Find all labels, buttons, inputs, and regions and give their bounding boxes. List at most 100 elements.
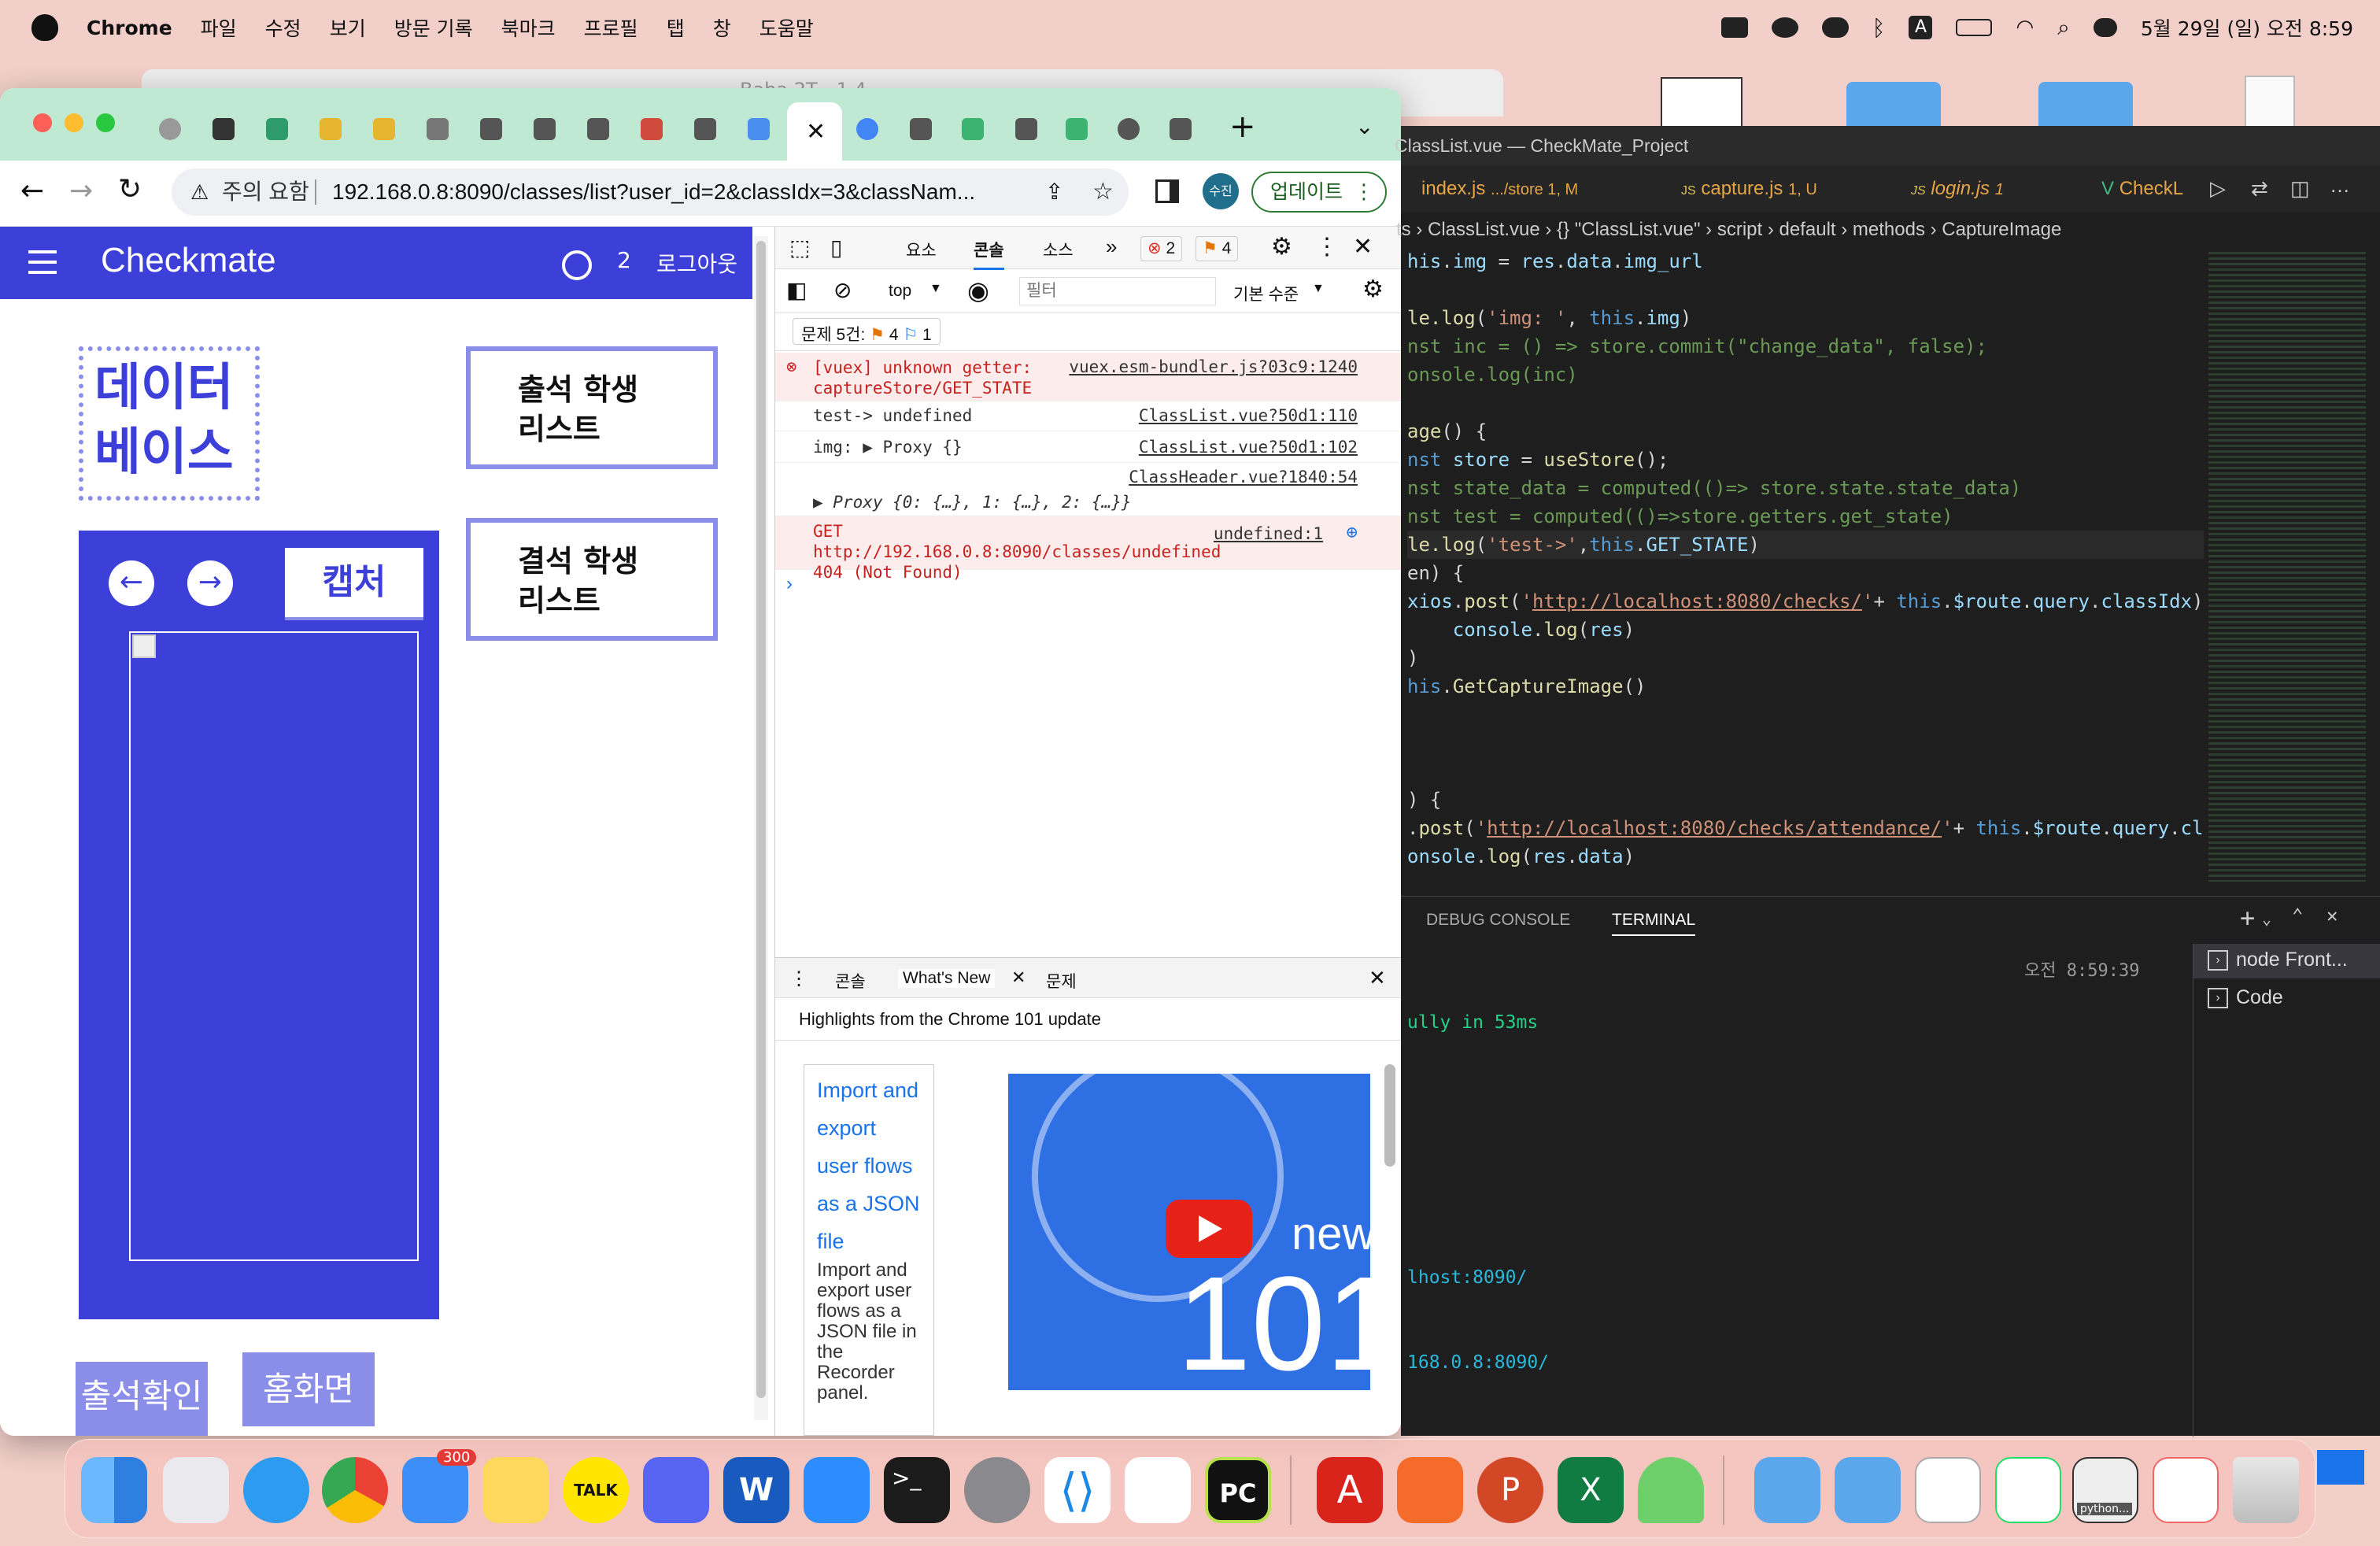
new-tab-plus-icon[interactable]: +	[1229, 109, 1256, 145]
context-selector[interactable]: top	[889, 282, 911, 301]
menubar-datetime[interactable]: 5월 29일 (일) 오전 8:59	[2141, 13, 2353, 42]
minimized-window-thumbnail[interactable]	[1995, 1457, 2061, 1523]
slack-icon[interactable]	[1125, 1457, 1191, 1523]
hamburger-menu-icon[interactable]	[28, 250, 57, 274]
absent-list-button[interactable]: 결석 학생 리스트	[466, 518, 718, 641]
console-settings-gear-icon[interactable]: ⚙	[1362, 276, 1384, 303]
tab-favicon-icon[interactable]	[910, 118, 932, 140]
input-source-icon[interactable]: A	[1909, 16, 1933, 39]
devtools-menu-icon[interactable]: ⋮	[1315, 233, 1339, 261]
tab-favicon-icon[interactable]	[587, 118, 609, 140]
notes-icon[interactable]	[482, 1457, 549, 1523]
menu-history[interactable]: 방문 기록	[394, 13, 473, 42]
editor-tab-checklist[interactable]: V CheckL	[2101, 178, 2183, 200]
desktop-screenshot-thumbnail[interactable]	[1661, 77, 1743, 128]
profile-avatar[interactable]: 수진	[1203, 173, 1239, 209]
trash-icon[interactable]	[2233, 1457, 2299, 1523]
launchpad-icon[interactable]	[163, 1457, 229, 1523]
cloud-icon[interactable]	[1821, 17, 1849, 38]
tab-search-chevron-icon[interactable]: ⌄	[1355, 113, 1373, 139]
whatsnew-feature-link[interactable]: Import and export user flows as a JSON f…	[817, 1071, 921, 1260]
pages-pen-icon[interactable]	[1397, 1457, 1463, 1523]
drawer-scrollbar[interactable]	[1384, 1064, 1395, 1167]
url-text[interactable]: 192.168.0.8:8090/classes/list?user_id=2&…	[332, 168, 975, 216]
attendance-check-button[interactable]: 출석확인	[76, 1362, 208, 1436]
maximize-window-button[interactable]	[96, 113, 115, 132]
home-button[interactable]: 홈화면	[242, 1352, 375, 1426]
breadcrumb-path[interactable]: ts › ClassList.vue › {} "ClassList.vue" …	[1396, 219, 2061, 241]
terminal-list-item-active[interactable]: › node Front...	[2193, 944, 2380, 978]
rocket-app-icon[interactable]	[1638, 1457, 1704, 1523]
tab-elements[interactable]: 요소	[906, 238, 937, 261]
level-dropdown-icon[interactable]: ▼	[1312, 282, 1325, 296]
close-window-button[interactable]	[33, 113, 52, 132]
bluetooth-icon[interactable]: ᛒ	[1872, 15, 1886, 41]
menu-bookmarks[interactable]: 북마크	[501, 13, 556, 42]
tab-favicon-code-icon[interactable]	[427, 118, 449, 140]
zoom-icon[interactable]	[1720, 17, 1748, 38]
minimize-window-button[interactable]	[65, 113, 83, 132]
tab-favicon-icon[interactable]	[1170, 118, 1192, 140]
log-source-link[interactable]: undefined:1	[1214, 524, 1323, 543]
close-drawer-icon[interactable]: ✕	[1369, 966, 1386, 990]
close-drawer-tab-icon[interactable]: ✕	[1011, 967, 1026, 988]
sidebar-toggle-icon[interactable]: ◧	[786, 277, 807, 303]
system-settings-icon[interactable]	[964, 1457, 1030, 1523]
next-arrow-button[interactable]: →	[187, 560, 233, 606]
folder-icon[interactable]	[1835, 1457, 1901, 1523]
drawer-tab-whats-new[interactable]: What's New	[898, 969, 996, 988]
tab-favicon-key-icon[interactable]	[373, 118, 395, 140]
editor-minimap[interactable]	[2208, 252, 2366, 882]
tab-favicon-vue-icon[interactable]	[962, 118, 984, 140]
tab-favicon-icon[interactable]	[694, 118, 716, 140]
logout-link[interactable]: 로그아웃	[656, 247, 737, 279]
panel-tab-debug-console[interactable]: DEBUG CONSOLE	[1426, 911, 1570, 930]
more-tabs-chevron-icon[interactable]: »	[1106, 235, 1117, 259]
new-terminal-plus-icon[interactable]: +	[2240, 903, 2255, 933]
menu-window[interactable]: 창	[713, 13, 731, 42]
vscode-icon[interactable]: ⟨⟩	[1044, 1457, 1111, 1523]
editor-tab-login[interactable]: JS login.js 1	[1911, 178, 2004, 200]
wifi-icon[interactable]: ◠	[2016, 16, 2034, 39]
terminal-list-item[interactable]: › Code	[2193, 982, 2380, 1016]
security-warning-label[interactable]: 주의 요함	[222, 168, 309, 216]
console-prompt-icon[interactable]: ›	[786, 573, 793, 595]
log-message[interactable]: img: ▶ Proxy {}	[813, 438, 963, 457]
battery-icon[interactable]	[1956, 19, 1993, 36]
tab-favicon-key-icon[interactable]	[320, 118, 342, 140]
back-arrow-icon[interactable]: ←	[20, 175, 44, 207]
more-actions-icon[interactable]: …	[2330, 173, 2350, 198]
reload-icon[interactable]: ↻	[118, 173, 142, 205]
run-play-icon[interactable]: ▷	[2210, 176, 2226, 201]
log-level-selector[interactable]: 기본 수준	[1233, 282, 1299, 305]
log-source-link[interactable]: ClassHeader.vue?1840:54	[1129, 468, 1358, 486]
maximize-panel-icon[interactable]: ⌃	[2292, 904, 2303, 926]
tab-favicon-google-icon[interactable]	[856, 118, 878, 140]
address-bar[interactable]: ⚠ 주의 요함 192.168.0.8:8090/classes/list?us…	[172, 168, 1129, 216]
warning-count-badge[interactable]: ⚑ 4	[1196, 236, 1239, 261]
excel-icon[interactable]: X	[1558, 1457, 1624, 1523]
clear-console-icon[interactable]: ⊘	[833, 277, 852, 303]
drawer-tab-issues[interactable]: 문제	[1046, 969, 1077, 993]
messenger-icon[interactable]	[1771, 17, 1798, 38]
menu-help[interactable]: 도움말	[759, 13, 814, 42]
acrobat-icon[interactable]: A	[1317, 1457, 1383, 1523]
minimized-window-thumbnail[interactable]	[1915, 1457, 1981, 1523]
minimized-python-window[interactable]: python...	[2072, 1457, 2138, 1523]
console-filter-input[interactable]	[1019, 277, 1216, 305]
log-source-link[interactable]: ClassList.vue?50d1:102	[1139, 438, 1358, 457]
log-message[interactable]: ▶ Proxy {0: {…}, 1: {…}, 2: {…}}	[813, 493, 1132, 512]
close-devtools-icon[interactable]: ✕	[1353, 233, 1373, 261]
editor-tab-capture[interactable]: JS capture.js 1, U	[1681, 178, 1817, 200]
close-tab-icon[interactable]: ✕	[806, 118, 826, 146]
kakaotalk-icon[interactable]: TALK	[563, 1457, 629, 1523]
drawer-menu-icon[interactable]: ⋮	[789, 967, 808, 990]
menu-edit[interactable]: 수정	[265, 13, 301, 42]
menu-app-name[interactable]: Chrome	[87, 17, 172, 39]
desktop-file-icon[interactable]	[2245, 76, 2295, 131]
downloads-folder-icon[interactable]	[1754, 1457, 1820, 1523]
forward-arrow-icon[interactable]: →	[69, 175, 93, 207]
settings-gear-icon[interactable]: ⚙	[1271, 233, 1292, 261]
log-message[interactable]: GET http://192.168.0.8:8090/classes/unde…	[813, 521, 1221, 583]
split-editor-icon[interactable]: ◫	[2290, 176, 2310, 201]
